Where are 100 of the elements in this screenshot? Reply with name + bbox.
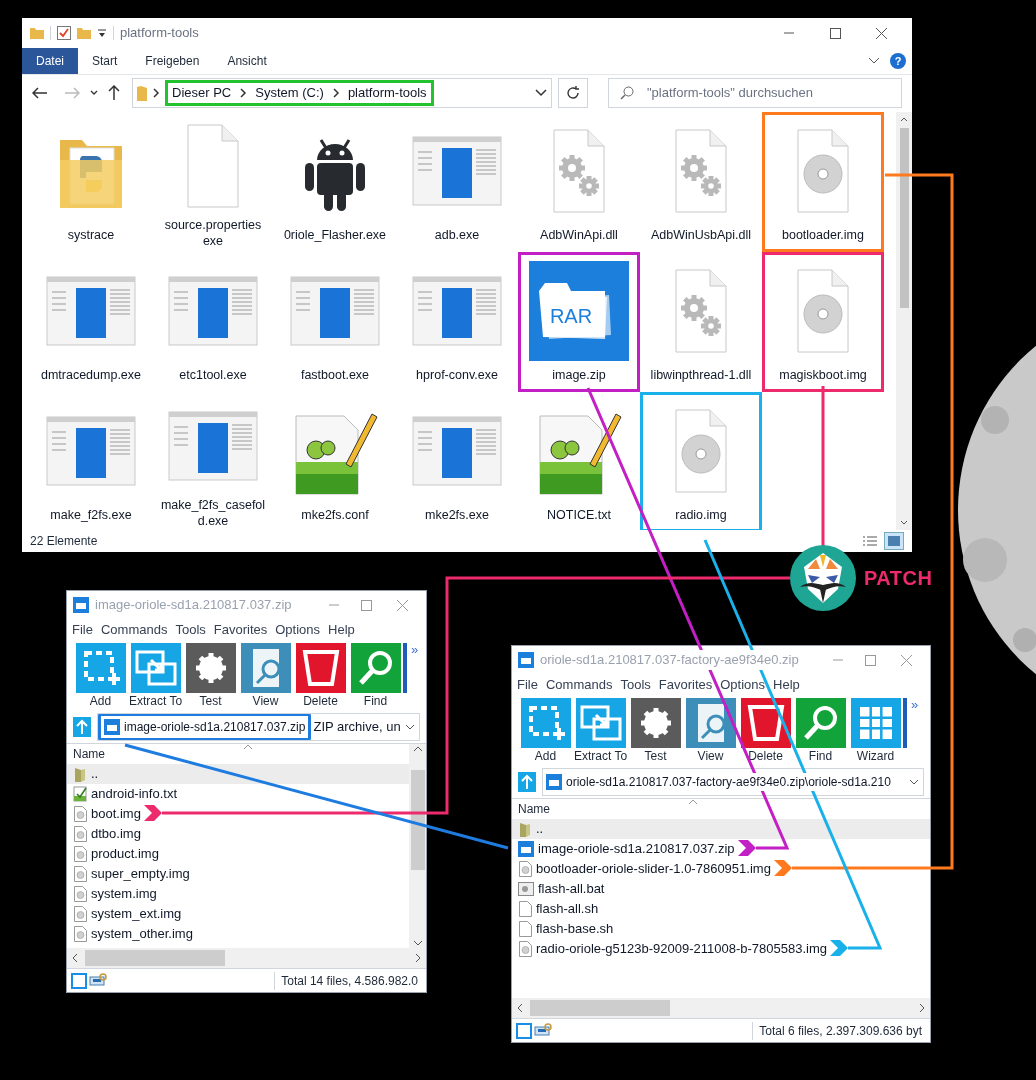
scroll-up-icon[interactable]	[412, 744, 423, 754]
details-view-icon[interactable]	[862, 534, 878, 548]
archive-path-field[interactable]: oriole-sd1a.210817.037-factory-ae9f34e0.zip\oriole-sd1a.210	[542, 768, 924, 796]
folder-entry[interactable]: adb.exe	[396, 112, 518, 252]
dropdown-icon[interactable]	[97, 28, 107, 38]
folder-entry[interactable]: mke2fs.conf	[274, 392, 396, 530]
chevron-down-icon[interactable]	[405, 724, 415, 730]
drive-key-icon[interactable]	[534, 1022, 552, 1039]
ribbon-tab[interactable]: Start	[78, 48, 132, 74]
archive-entry-row[interactable]: flash-all.bat	[512, 879, 930, 899]
scroll-thumb[interactable]	[410, 770, 425, 870]
archive-entry-row[interactable]: android-info.txt	[67, 784, 409, 804]
toolbar-button[interactable]: Find	[348, 643, 403, 709]
refresh-button[interactable]	[558, 77, 588, 108]
menu-item[interactable]: Commands	[542, 675, 616, 695]
folder-entry[interactable]: AdbWinUsbApi.dll	[640, 112, 762, 252]
menu-item[interactable]: Favorites	[655, 675, 716, 695]
folder-entry[interactable]: RAR image.zip	[518, 252, 640, 392]
archive-entry-row[interactable]: system.img	[67, 884, 409, 904]
archive-entry-row[interactable]: system_other.img	[67, 924, 409, 944]
scroll-right-icon[interactable]	[414, 953, 422, 963]
folder-entry[interactable]: make_f2fs.exe	[30, 392, 152, 530]
more-tools-button[interactable]: »	[411, 643, 419, 657]
archive-entry-row[interactable]: ..	[512, 819, 930, 839]
scroll-left-icon[interactable]	[71, 953, 79, 963]
archive-entry-row[interactable]: flash-all.sh	[512, 899, 930, 919]
address-bar[interactable]: Dieser PC System (C:) platform-tools	[132, 77, 552, 108]
ribbon-tab[interactable]: Freigeben	[131, 48, 214, 74]
folder-entry[interactable]: NOTICE.txt	[518, 392, 640, 530]
horizontal-scrollbar[interactable]	[512, 998, 930, 1018]
toolbar-button[interactable]: View	[238, 643, 293, 709]
menu-item[interactable]: Commands	[97, 620, 171, 640]
folder-entry[interactable]: hprof-conv.exe	[396, 252, 518, 392]
vertical-scrollbar[interactable]	[409, 744, 426, 948]
ribbon-tab[interactable]: Ansicht	[213, 48, 281, 74]
archive-entry-row[interactable]: bootloader-oriole-slider-1.0-7860951.img	[512, 859, 930, 879]
archive-entry-row[interactable]: radio-oriole-g5123b-92009-211008-b-7805583.img	[512, 939, 930, 959]
toolbar-button[interactable]: Delete	[738, 698, 793, 764]
toolbar-button[interactable]: Find	[793, 698, 848, 764]
back-arrow-icon[interactable]	[32, 86, 48, 99]
menu-item[interactable]: Tools	[172, 620, 209, 640]
toolbar-button[interactable]: Delete	[293, 643, 348, 709]
toolbar-button[interactable]: View	[683, 698, 738, 764]
scroll-thumb[interactable]	[85, 950, 225, 966]
toolbar-button[interactable]: Add	[518, 698, 573, 764]
chevron-down-icon[interactable]	[535, 88, 547, 97]
menu-item[interactable]: Options	[717, 675, 769, 695]
panel-icon[interactable]	[71, 972, 87, 989]
folder-entry[interactable]: libwinpthread-1.dll	[640, 252, 762, 392]
archive-entry-row[interactable]: system_ext.img	[67, 904, 409, 924]
folder-entry[interactable]: dmtracedump.exe	[30, 252, 152, 392]
chevron-down-icon[interactable]	[868, 57, 880, 65]
scroll-down-icon[interactable]	[412, 938, 423, 948]
chevron-down-icon[interactable]	[909, 779, 919, 785]
folder-entry[interactable]: fastboot.exe	[274, 252, 396, 392]
chevron-down-icon[interactable]	[90, 89, 98, 96]
vertical-scrollbar[interactable]	[896, 112, 912, 530]
forward-arrow-icon[interactable]	[64, 86, 80, 99]
menu-item[interactable]: Favorites	[210, 620, 271, 640]
archive-entry-row[interactable]: super_empty.img	[67, 864, 409, 884]
archive-path-field[interactable]: image-oriole-sd1a.210817.037.zip ZIP archive, un	[97, 713, 420, 741]
archive-entry-row[interactable]: ..	[67, 764, 409, 784]
folder-entry[interactable]: radio.img	[640, 392, 762, 530]
help-button[interactable]: ?	[890, 53, 906, 69]
toolbar-button[interactable]: Test	[628, 698, 683, 764]
folder-entry[interactable]: make_f2fs_casefold.exe	[152, 392, 274, 530]
column-header[interactable]: Name	[518, 800, 550, 818]
folder-entry[interactable]: 0riole_Flasher.exe	[274, 112, 396, 252]
menu-item[interactable]: Help	[770, 675, 803, 695]
breadcrumb-item[interactable]: System (C:)	[255, 82, 324, 103]
scroll-thumb[interactable]	[899, 128, 909, 308]
menu-item[interactable]: Help	[325, 620, 358, 640]
folder-entry[interactable]: AdbWinApi.dll	[518, 112, 640, 252]
search-field[interactable]: "platform-tools" durchsuchen	[608, 77, 902, 108]
up-arrow-icon[interactable]	[108, 84, 120, 101]
menu-item[interactable]: File	[514, 675, 541, 695]
archive-entry-row[interactable]: flash-base.sh	[512, 919, 930, 939]
folder-entry[interactable]: systrace	[30, 112, 152, 252]
menu-item[interactable]: Tools	[617, 675, 654, 695]
toolbar-button[interactable]: Wizard	[848, 698, 903, 764]
scroll-right-icon[interactable]	[918, 1003, 926, 1013]
menu-item[interactable]: Options	[272, 620, 324, 640]
panel-icon[interactable]	[516, 1022, 532, 1039]
folder-entry[interactable]: magiskboot.img	[762, 252, 884, 392]
breadcrumb-item[interactable]: platform-tools	[347, 82, 427, 103]
large-icons-view-icon[interactable]	[884, 532, 904, 550]
archive-entry-row[interactable]: image-oriole-sd1a.210817.037.zip	[512, 839, 930, 859]
folder-entry[interactable]: mke2fs.exe	[396, 392, 518, 530]
toolbar-button[interactable]: Add	[73, 643, 128, 709]
menu-item[interactable]: File	[69, 620, 96, 640]
drive-key-icon[interactable]	[89, 972, 107, 989]
archive-entry-row[interactable]: dtbo.img	[67, 824, 409, 844]
folder-entry[interactable]: bootloader.img	[762, 112, 884, 252]
horizontal-scrollbar[interactable]	[67, 948, 426, 968]
toolbar-button[interactable]: Extract To	[128, 643, 183, 709]
scroll-left-icon[interactable]	[516, 1003, 524, 1013]
toolbar-button[interactable]: Extract To	[573, 698, 628, 764]
toolbar-button[interactable]: Test	[183, 643, 238, 709]
breadcrumb-item[interactable]: Dieser PC	[172, 82, 232, 103]
folder-entry[interactable]: source.properties exe	[152, 112, 274, 252]
